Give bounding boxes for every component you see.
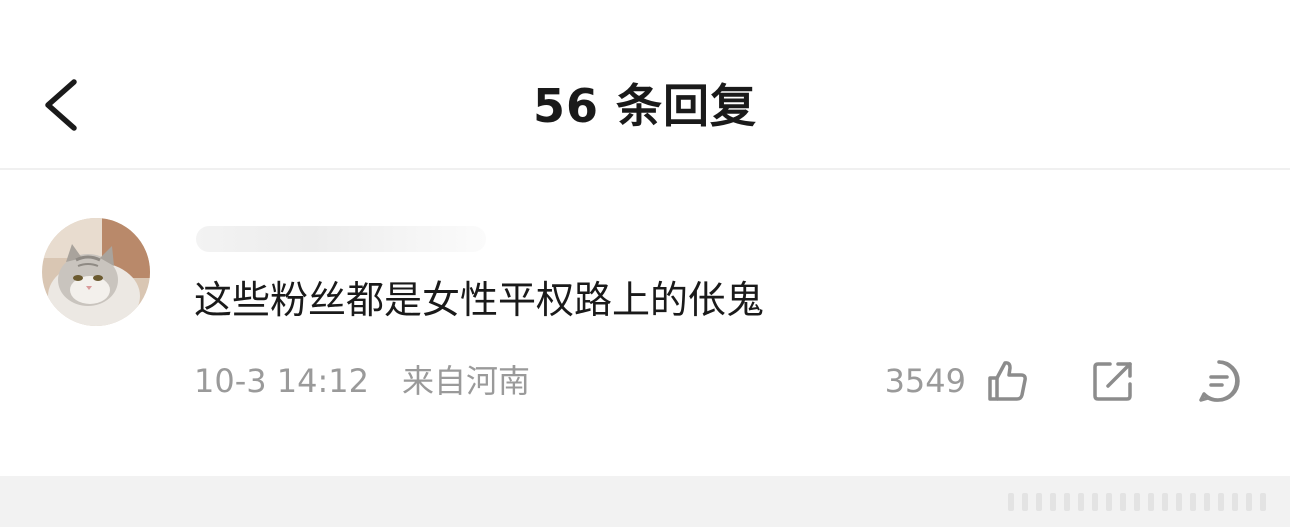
comment-time: 10-3 14:12 (194, 362, 370, 400)
comment-icon (1199, 360, 1240, 402)
comment-replies-page: 56 条回复 这些粉丝都是女性平权路上的伥鬼 10-3 14:12 来自河南 3… (0, 0, 1290, 527)
cat-avatar-image (42, 218, 150, 326)
like-count: 3549 (884, 362, 966, 400)
thumbs-up-icon (988, 361, 1027, 401)
header: 56 条回复 (0, 0, 1290, 168)
section-separator (0, 476, 1290, 527)
watermark-graphic (1008, 493, 1266, 511)
comment-text: 这些粉丝都是女性平权路上的伥鬼 (194, 278, 765, 322)
reply-button[interactable] (1196, 358, 1242, 404)
like-button[interactable] (984, 358, 1030, 404)
comment-item: 这些粉丝都是女性平权路上的伥鬼 10-3 14:12 来自河南 3549 (0, 170, 1290, 476)
share-icon (1093, 362, 1132, 401)
username-blurred[interactable] (196, 226, 486, 252)
page-title: 56 条回复 (532, 79, 758, 133)
share-button[interactable] (1090, 358, 1136, 404)
avatar[interactable] (42, 218, 150, 326)
comment-location: 来自河南 (402, 362, 531, 400)
